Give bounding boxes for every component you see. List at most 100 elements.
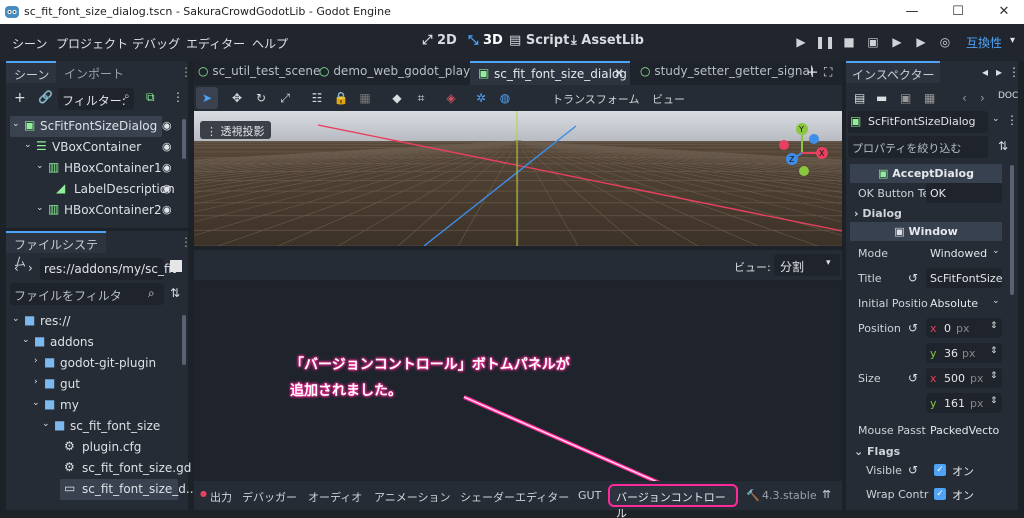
snap-icon[interactable]: ⌗ <box>410 87 432 109</box>
object-icon[interactable]: ◆ <box>386 87 408 109</box>
expand-panel-icon[interactable]: ⇈ <box>822 488 831 501</box>
tree-item-gut[interactable]: › ■ gut <box>10 374 170 395</box>
mode-script-button[interactable]: ▤ Script <box>509 33 569 48</box>
open-folder-icon[interactable]: ▬ <box>876 91 887 105</box>
pause-icon[interactable]: ❚❚ <box>814 32 836 52</box>
tree-item-res[interactable]: ⌄ ■ res:// <box>10 311 170 332</box>
bottom-tab-gut[interactable]: GUT <box>578 489 601 502</box>
select-tool-icon[interactable]: ➤ <box>196 87 218 109</box>
vc-view-select[interactable]: 分割 ▾ <box>774 254 840 276</box>
tree-item-plugin-cfg[interactable]: ⚙ plugin.cfg <box>10 437 170 458</box>
tree-node-hbox2[interactable]: ⌄ ▥ HBoxContainer2 <box>10 200 162 221</box>
lock-icon[interactable]: 🔒 <box>330 87 352 109</box>
section-window[interactable]: ▣ Window <box>850 222 1002 241</box>
tree-item-my[interactable]: ⌄ ■ my <box>10 395 170 416</box>
revert-icon[interactable]: ↺ <box>908 371 918 385</box>
menu-debug[interactable]: デバッグ <box>132 35 180 52</box>
dock-menu-icon[interactable]: ⋮ <box>180 65 192 79</box>
preview-sun-icon[interactable]: ◈ <box>440 87 462 109</box>
revert-icon[interactable]: ↺ <box>908 463 918 477</box>
tree-item-dialog[interactable]: ▭ sc_fit_font_size_d... <box>60 479 197 500</box>
extra-icon[interactable]: ▦ <box>924 91 935 105</box>
chevron-down-icon[interactable]: ▾ <box>1010 35 1015 46</box>
initial-position-select[interactable]: Absolute ⌄ <box>926 293 1002 313</box>
viewport-3d[interactable]: ⋮ 透視投影 Y X Z <box>194 111 842 246</box>
forward-icon[interactable]: › <box>28 261 33 275</box>
rotate-tool-icon[interactable]: ↻ <box>250 87 272 109</box>
menu-help[interactable]: ヘルプ <box>252 35 288 52</box>
view-menu[interactable]: ビュー <box>652 91 685 107</box>
minimize-button[interactable]: — <box>892 2 932 22</box>
tab-filesystem[interactable]: ファイルシステム <box>6 231 106 269</box>
forward-icon[interactable]: › <box>980 91 985 105</box>
close-icon[interactable]: ✕ <box>614 66 624 80</box>
section-dialog[interactable]: › Dialog <box>854 207 902 220</box>
tree-node-hbox1[interactable]: ⌄ ▥ HBoxContainer1 <box>10 158 162 179</box>
group-icon[interactable]: ▦ <box>354 87 376 109</box>
move-tool-icon[interactable]: ✥ <box>226 87 248 109</box>
history-back-icon[interactable]: ◂ <box>982 65 988 79</box>
sort-icon[interactable]: ⇅ <box>998 139 1008 153</box>
dock-menu-icon[interactable]: ⋮ <box>1008 65 1020 79</box>
scene-filter-input[interactable]: フィルター: <box>58 88 134 110</box>
tree-node-root[interactable]: ⌄ ▣ ScFitFontSizeDialog <box>10 116 162 137</box>
visibility-eye-icon[interactable]: ◉ <box>162 203 172 216</box>
perspective-button[interactable]: ⋮ 透視投影 <box>200 121 271 139</box>
scene-menu-icon[interactable]: ⋮ <box>172 90 184 104</box>
bottom-tab-debugger[interactable]: デバッガー <box>242 489 297 505</box>
section-flags[interactable]: ⌄ Flags <box>854 445 900 458</box>
ok-button-text-field[interactable]: OK <box>926 183 1002 203</box>
play-custom-icon[interactable]: ▶ <box>910 32 932 52</box>
tab-inspector[interactable]: インスペクター <box>846 61 940 83</box>
wrap-controls-checkbox[interactable]: ✓ オン <box>934 487 994 503</box>
movie-maker-icon[interactable]: ◎ <box>934 32 956 52</box>
sort-icon[interactable]: ⇅ <box>170 286 180 300</box>
size-x-field[interactable]: x 500 px ⇕ <box>926 368 1002 388</box>
tree-item-gd[interactable]: ⚙ sc_fit_font_size.gd <box>10 458 191 479</box>
new-resource-icon[interactable]: ▤ <box>854 91 865 105</box>
visibility-eye-icon[interactable]: ◉ <box>162 161 172 174</box>
visible-checkbox[interactable]: ✓ オン <box>934 463 994 479</box>
bottom-tab-animation[interactable]: アニメーション <box>374 489 451 505</box>
scrollbar[interactable] <box>182 315 186 365</box>
instance-scene-icon[interactable]: ⧉ <box>146 90 155 105</box>
tab-sc-fit[interactable]: ▣ sc_fit_font_size_dialog ✕ <box>470 61 630 85</box>
tree-item-addons[interactable]: ⌄ ■ addons <box>10 332 170 353</box>
mode-select[interactable]: Windowed ⌄ <box>926 243 1002 263</box>
add-tab-icon[interactable]: + <box>806 63 819 81</box>
position-x-field[interactable]: x 0 px ⇕ <box>926 318 1002 338</box>
link-icon[interactable]: 🔗 <box>38 90 53 104</box>
play-scene-icon[interactable]: ▶ <box>886 32 908 52</box>
scrollbar[interactable] <box>1010 165 1014 295</box>
sun-icon[interactable]: ✲ <box>470 87 492 109</box>
docs-icon[interactable]: DOC <box>998 91 1018 101</box>
menu-scene[interactable]: シーン <box>12 35 47 52</box>
visibility-eye-icon[interactable]: ◉ <box>162 140 172 153</box>
maximize-button[interactable]: ☐ <box>938 2 978 22</box>
tree-item-git-plugin[interactable]: › ■ godot-git-plugin <box>10 353 170 374</box>
transform-menu[interactable]: トランスフォーム <box>552 91 639 107</box>
property-filter-input[interactable]: プロパティを絞り込む <box>848 136 988 158</box>
file-filter-input[interactable]: ファイルをフィルタ <box>10 283 164 305</box>
visibility-eye-icon[interactable]: ◉ <box>162 119 172 132</box>
environment-icon[interactable]: ◍ <box>494 87 516 109</box>
dock-menu-icon[interactable]: ⋮ <box>180 235 192 249</box>
save-icon[interactable]: ▣ <box>900 91 911 105</box>
scale-tool-icon[interactable]: ⤢ <box>274 87 296 109</box>
title-field[interactable]: ScFitFontSize <box>926 268 1002 288</box>
size-y-field[interactable]: y 161 px ⇕ <box>926 393 1002 413</box>
object-menu-icon[interactable]: ⋮ <box>1006 113 1018 127</box>
revert-icon[interactable]: ↺ <box>908 271 918 285</box>
play-icon[interactable]: ▶ <box>790 32 812 52</box>
tab-scene[interactable]: シーン <box>6 61 56 83</box>
menu-editor[interactable]: エディター <box>186 35 245 52</box>
close-window-button[interactable]: ✕ <box>984 2 1024 22</box>
bottom-tab-output[interactable]: 出力 <box>210 489 232 505</box>
menu-project[interactable]: プロジェクト <box>56 35 128 52</box>
add-node-icon[interactable]: + <box>14 90 26 106</box>
back-icon[interactable]: ‹ <box>962 91 967 105</box>
tree-node-vbox[interactable]: ⌄ ☰ VBoxContainer <box>10 137 160 158</box>
fullscreen-icon[interactable]: ⛶ <box>824 65 832 80</box>
scrollbar[interactable] <box>182 119 186 159</box>
bottom-tab-audio[interactable]: オーディオ <box>308 489 362 505</box>
